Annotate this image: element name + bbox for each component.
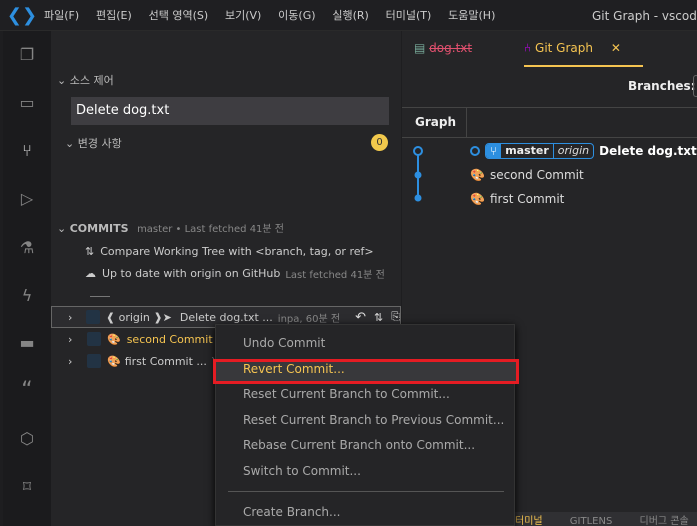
palette-icon: 🎨: [470, 168, 485, 182]
commits-title: COMMITS: [69, 222, 129, 235]
branches-label: Branches:: [628, 79, 696, 93]
graph-lines: [413, 146, 423, 202]
folder-icon[interactable]: ▭: [17, 93, 37, 113]
branch-name: master: [505, 144, 549, 157]
branch-icon: ⑂: [486, 144, 502, 158]
graph-table-header: Graph: [402, 107, 697, 138]
graph-column-header: Graph: [415, 115, 456, 129]
activity-bar: ❐ ▭ ⑂ ▷ ⚗ ϟ ▬ “ ⬡ ⌑: [3, 31, 51, 526]
tab-gitlens[interactable]: GITLENS: [570, 516, 613, 526]
testing-icon[interactable]: ⚗: [17, 238, 37, 258]
vscode-logo-icon: ❮❯: [6, 4, 38, 26]
file-icon: ▤: [414, 41, 426, 55]
section-title: 소스 제어: [69, 74, 114, 87]
git-graph-icon: ⑃: [524, 41, 532, 55]
commit-meta: inpa, 60분 전: [277, 313, 341, 325]
lightning-icon[interactable]: ϟ: [17, 286, 37, 306]
title-bar: ❮❯ 파일(F) 편집(E) 선택 영역(S) 보기(V) 이동(G) 실행(R…: [0, 0, 697, 31]
source-control-header[interactable]: ⌄ 소스 제어: [57, 72, 114, 88]
remote-name: origin: [552, 144, 593, 158]
head-indicator-icon: [470, 146, 480, 156]
tab-terminal[interactable]: 터미널: [515, 516, 543, 526]
divider: [90, 296, 110, 297]
avatar: [86, 310, 100, 324]
menu-item-rebase[interactable]: Rebase Current Branch onto Commit...: [243, 438, 475, 452]
graph-row[interactable]: ⑂ master origin Delete dog.txt: [470, 140, 697, 162]
menu-help[interactable]: 도움말(H): [448, 9, 495, 22]
cloud-icon: ☁: [85, 266, 96, 280]
commit-message: second Commit ...: [126, 332, 227, 346]
avatar: [87, 354, 101, 368]
window-title: Git Graph - vscode-: [592, 9, 697, 23]
close-icon[interactable]: ✕: [611, 41, 621, 55]
palette-icon: 🎨: [470, 192, 485, 206]
tab-debug-console[interactable]: 디버그 콘솔: [640, 516, 689, 526]
run-debug-icon[interactable]: ▷: [17, 189, 37, 209]
bookmark-icon[interactable]: ⌑: [17, 477, 37, 497]
quote-icon[interactable]: “: [17, 380, 37, 402]
tab-label: Git Graph: [535, 41, 593, 55]
remote-icon[interactable]: ▬: [17, 333, 37, 353]
menu-item-create-branch[interactable]: Create Branch...: [243, 505, 340, 519]
ref-label: ❰ origin ❱➤: [105, 310, 172, 324]
commit-message-input[interactable]: Delete dog.txt: [71, 97, 389, 125]
branches-dropdown[interactable]: [693, 75, 697, 97]
files-icon[interactable]: ❐: [17, 45, 37, 65]
changes-count-badge: 0: [371, 134, 388, 151]
menu-bar: 파일(F) 편집(E) 선택 영역(S) 보기(V) 이동(G) 실행(R) 터…: [44, 7, 508, 23]
menu-item-reset-branch[interactable]: Reset Current Branch to Commit...: [243, 387, 450, 401]
bottom-panel-tabs: 터미널 GITLENS 디버그 콘솔: [515, 512, 697, 526]
tab-label: dog.txt: [429, 41, 473, 55]
commit-message: Delete dog.txt: [599, 144, 697, 158]
tab-git-graph[interactable]: ⑃ Git Graph ✕: [524, 41, 643, 67]
changes-label: 변경 사항: [77, 137, 122, 150]
avatar: [87, 332, 101, 346]
up-to-date-status: ☁ Up to date with origin on GitHub Last fe…: [51, 262, 401, 284]
menu-view[interactable]: 보기(V): [225, 9, 261, 22]
menu-edit[interactable]: 편집(E): [96, 9, 132, 22]
editor-tabs: ▤ dog.txt ⑃ Git Graph ✕: [402, 31, 697, 67]
menu-run[interactable]: 실행(R): [332, 9, 368, 22]
commits-meta: master • Last fetched 41분 전: [137, 224, 285, 235]
palette-icon: 🎨: [107, 354, 121, 368]
copy-icon[interactable]: ⎘: [391, 310, 400, 324]
uptodate-meta: Last fetched 41분 전: [285, 269, 385, 281]
compare-label: Compare Working Tree with <branch, tag, …: [100, 244, 374, 258]
column-divider: [466, 108, 467, 138]
commit-message: second Commit: [489, 168, 584, 182]
chevron-right-icon: ›: [68, 310, 73, 324]
tab-dog-txt[interactable]: ▤ dog.txt: [414, 41, 472, 55]
chevron-right-icon: ›: [68, 354, 73, 368]
menu-item-revert-commit[interactable]: Revert Commit...: [243, 362, 345, 376]
commit-message: first Commit ...: [124, 354, 207, 368]
commits-header[interactable]: ⌄ COMMITS master • Last fetched 41분 전: [57, 220, 284, 235]
uptodate-label: Up to date with origin on GitHub: [102, 266, 281, 280]
chevron-right-icon: ›: [68, 332, 73, 346]
palette-icon: 🎨: [107, 332, 121, 346]
menu-file[interactable]: 파일(F): [44, 9, 79, 22]
commit-node: [414, 194, 422, 202]
menu-selection[interactable]: 선택 영역(S): [149, 9, 209, 22]
branch-label[interactable]: ⑂ master origin: [485, 143, 595, 159]
menu-item-undo-commit[interactable]: Undo Commit: [243, 336, 325, 350]
menu-item-switch[interactable]: Switch to Commit...: [243, 464, 361, 478]
menu-go[interactable]: 이동(G): [278, 9, 315, 22]
compare-icon: ⇅: [85, 244, 95, 258]
context-menu: Undo Commit Revert Commit... Reset Curre…: [213, 324, 519, 526]
commit-node: [414, 171, 422, 179]
commit-message: Delete dog.txt ...: [179, 310, 273, 324]
commit-message: first Commit: [489, 192, 565, 206]
graph-row[interactable]: 🎨 second Commit: [470, 164, 697, 186]
menu-item-reset-previous[interactable]: Reset Current Branch to Previous Commit.…: [243, 413, 504, 427]
cube-icon[interactable]: ⬡: [17, 429, 37, 449]
undo-icon[interactable]: ↶: [355, 310, 366, 325]
source-control-icon[interactable]: ⑂: [17, 141, 37, 161]
commit-node: [413, 146, 423, 156]
compare-icon[interactable]: ⇅: [374, 311, 383, 324]
compare-working-tree[interactable]: ⇅ Compare Working Tree with <branch, tag,…: [51, 240, 401, 262]
menu-terminal[interactable]: 터미널(T): [386, 9, 432, 22]
graph-row[interactable]: 🎨 first Commit: [470, 188, 697, 210]
menu-separator: [228, 491, 504, 492]
changes-header[interactable]: ⌄ 변경 사항: [65, 135, 122, 151]
